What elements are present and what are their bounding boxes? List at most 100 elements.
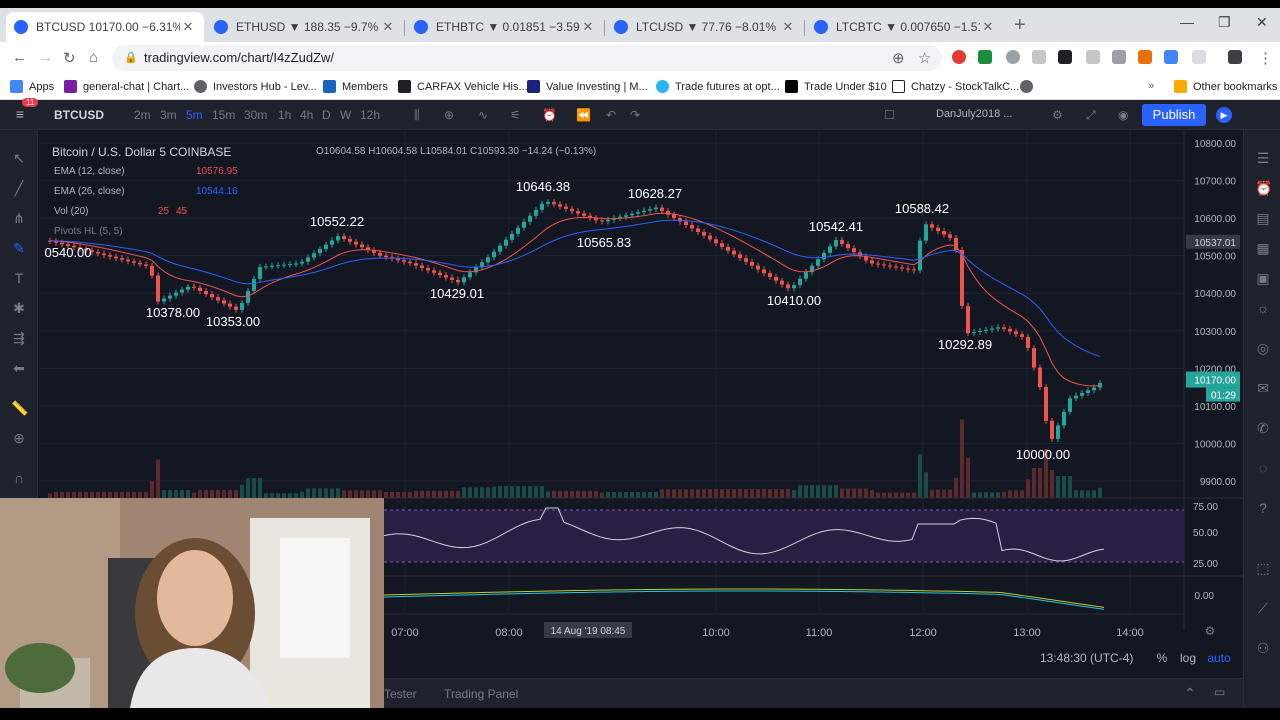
candle-body — [438, 272, 442, 276]
candle-body — [126, 259, 130, 262]
candle-body — [276, 265, 280, 267]
volume-bar — [426, 490, 430, 498]
minimize-button[interactable]: — — [1180, 14, 1194, 30]
tab-trading-panel[interactable]: Trading Panel — [444, 687, 518, 701]
chevron-up-icon[interactable]: ⌃ — [1184, 685, 1196, 702]
help-icon[interactable]: ? — [1255, 500, 1271, 516]
candle-body — [486, 257, 490, 263]
candle-body — [1050, 420, 1054, 439]
extension-icon[interactable] — [978, 50, 992, 64]
chevron-right-icon[interactable]: » — [1148, 80, 1154, 92]
extension-icon[interactable] — [1164, 50, 1178, 64]
browser-tab[interactable]: LTCUSD ▼ 77.76 −8.01% DanJuly✕ — [606, 12, 805, 42]
data-window-icon[interactable]: ▤ — [1255, 210, 1271, 226]
network-icon[interactable]: ⚇ — [1255, 640, 1271, 656]
volume-bar — [852, 488, 856, 498]
bookmark-other[interactable]: Other bookmarks — [1174, 80, 1277, 93]
candle-body — [804, 272, 808, 279]
back-arrow-icon[interactable]: ← — [12, 49, 27, 66]
candle-body — [900, 267, 904, 269]
new-tab-button[interactable]: + — [1014, 14, 1026, 37]
volume-bar — [1026, 479, 1030, 498]
calendar-icon[interactable]: ▣ — [1255, 270, 1271, 286]
bookmark-item[interactable]: Trade futures at opt... — [656, 80, 780, 93]
watchlist-icon[interactable]: ☰ — [1255, 150, 1271, 166]
candle-body — [888, 265, 892, 267]
volume-bar — [1062, 476, 1066, 498]
forward-arrow-icon[interactable]: → — [38, 49, 53, 66]
extension-icon[interactable] — [1058, 50, 1072, 64]
candle-body — [258, 266, 262, 279]
add-icon[interactable]: ⊕ — [892, 49, 905, 67]
candle-body — [834, 239, 838, 247]
bookmark-item[interactable]: CARFAX Vehicle His... — [398, 80, 528, 93]
close-icon[interactable]: ✕ — [580, 19, 596, 35]
bookmark-item[interactable]: Investors Hub - Lev... — [194, 80, 317, 93]
clock-label: 13:48:30 (UTC-4) — [1040, 651, 1133, 665]
maximize-button[interactable]: ❐ — [1218, 14, 1231, 31]
volume-bar — [468, 487, 472, 498]
bookmark-apps[interactable]: Apps — [10, 80, 54, 93]
tab-strategy-tester[interactable]: Tester — [384, 687, 417, 701]
volume-bar — [846, 488, 850, 498]
close-icon[interactable]: ✕ — [980, 19, 996, 35]
extension-icon[interactable] — [1032, 50, 1046, 64]
bookmark-icon — [656, 80, 669, 93]
volume-bar — [726, 489, 730, 498]
candle-body — [312, 253, 316, 258]
ideas-icon[interactable]: ☼ — [1255, 300, 1271, 316]
close-icon[interactable]: ✕ — [780, 19, 796, 35]
address-bar[interactable]: 🔒 tradingview.com/chart/I4zZudZw/ — [112, 45, 942, 71]
home-icon[interactable]: ⌂ — [89, 49, 98, 66]
candle-body — [582, 213, 586, 216]
reload-icon[interactable]: ↻ — [63, 49, 76, 67]
volume-bar — [834, 485, 838, 498]
ema12-label[interactable]: EMA (12, close) — [54, 166, 125, 177]
streams-icon[interactable]: ◎ — [1255, 340, 1271, 356]
browser-tab[interactable]: ETHUSD ▼ 188.35 −9.7% DanJuly✕ — [206, 12, 405, 42]
camera-extension-icon[interactable] — [1112, 50, 1126, 64]
menu-dots-icon[interactable]: ⋮ — [1258, 49, 1273, 67]
hotlist-icon[interactable]: ▦ — [1255, 240, 1271, 256]
ema26-label[interactable]: EMA (26, close) — [54, 186, 125, 197]
legend-ohlc: O10604.58 H10604.58 L10584.01 C10593.30 … — [316, 146, 597, 157]
volume-bar — [222, 489, 226, 498]
messages-icon[interactable]: ✆ — [1255, 420, 1271, 436]
close-window-button[interactable]: ✕ — [1256, 14, 1268, 31]
maximize-panel-icon[interactable]: ▭ — [1214, 685, 1225, 699]
volume-bar — [840, 488, 844, 498]
volume-bar — [972, 492, 976, 498]
bookmark-item[interactable]: general-chat | Chart... — [64, 80, 189, 93]
bookmark-item[interactable]: Trade Under $10 — [785, 80, 887, 93]
close-icon[interactable]: ✕ — [180, 19, 196, 35]
price-tick-label: 10300.00 — [1194, 327, 1236, 338]
star-icon[interactable]: ☆ — [918, 49, 931, 67]
close-icon[interactable]: ✕ — [380, 19, 396, 35]
extension-icon[interactable] — [1192, 50, 1206, 64]
pivots-label[interactable]: Pivots HL (5, 5) — [54, 226, 123, 237]
volume-bar — [642, 491, 646, 498]
browser-tab[interactable]: ETHBTC ▼ 0.01851 −3.59% DanJuly✕ — [406, 12, 605, 42]
trend-icon[interactable]: ⟋ — [1255, 600, 1271, 616]
chat-icon[interactable]: ✉ — [1255, 380, 1271, 396]
browser-tab[interactable]: BTCUSD 10170.00 −6.31% DanJuly✕ — [6, 12, 204, 42]
extension-icon[interactable] — [1228, 50, 1242, 64]
ideas-stream-icon[interactable]: ⬚ — [1255, 560, 1271, 576]
bookmark-item[interactable]: Members — [323, 80, 388, 93]
volume-bar — [168, 490, 172, 498]
candle-body — [1062, 411, 1066, 426]
extension-icon[interactable] — [1086, 50, 1100, 64]
adblock-icon[interactable] — [952, 50, 966, 64]
bookmark-item[interactable]: Value Investing | M... — [527, 80, 648, 93]
extension-icon[interactable] — [1138, 50, 1152, 64]
extension-icon[interactable] — [1006, 50, 1020, 64]
globe-icon[interactable] — [1020, 80, 1039, 93]
notifications-icon[interactable]: ◌ — [1255, 460, 1271, 476]
bookmark-item[interactable]: Chatzy - StockTalkC... — [892, 80, 1019, 93]
volume-bar — [744, 489, 748, 498]
browser-tab[interactable]: LTCBTC ▼ 0.007650 −1.51% DanJuly✕ — [806, 12, 1004, 42]
bookmark-icon — [64, 80, 77, 93]
alert-clock-icon[interactable]: ⏰ — [1255, 180, 1272, 196]
volume-label[interactable]: Vol (20) — [54, 206, 88, 217]
pivot-label: 10646.38 — [516, 179, 570, 194]
